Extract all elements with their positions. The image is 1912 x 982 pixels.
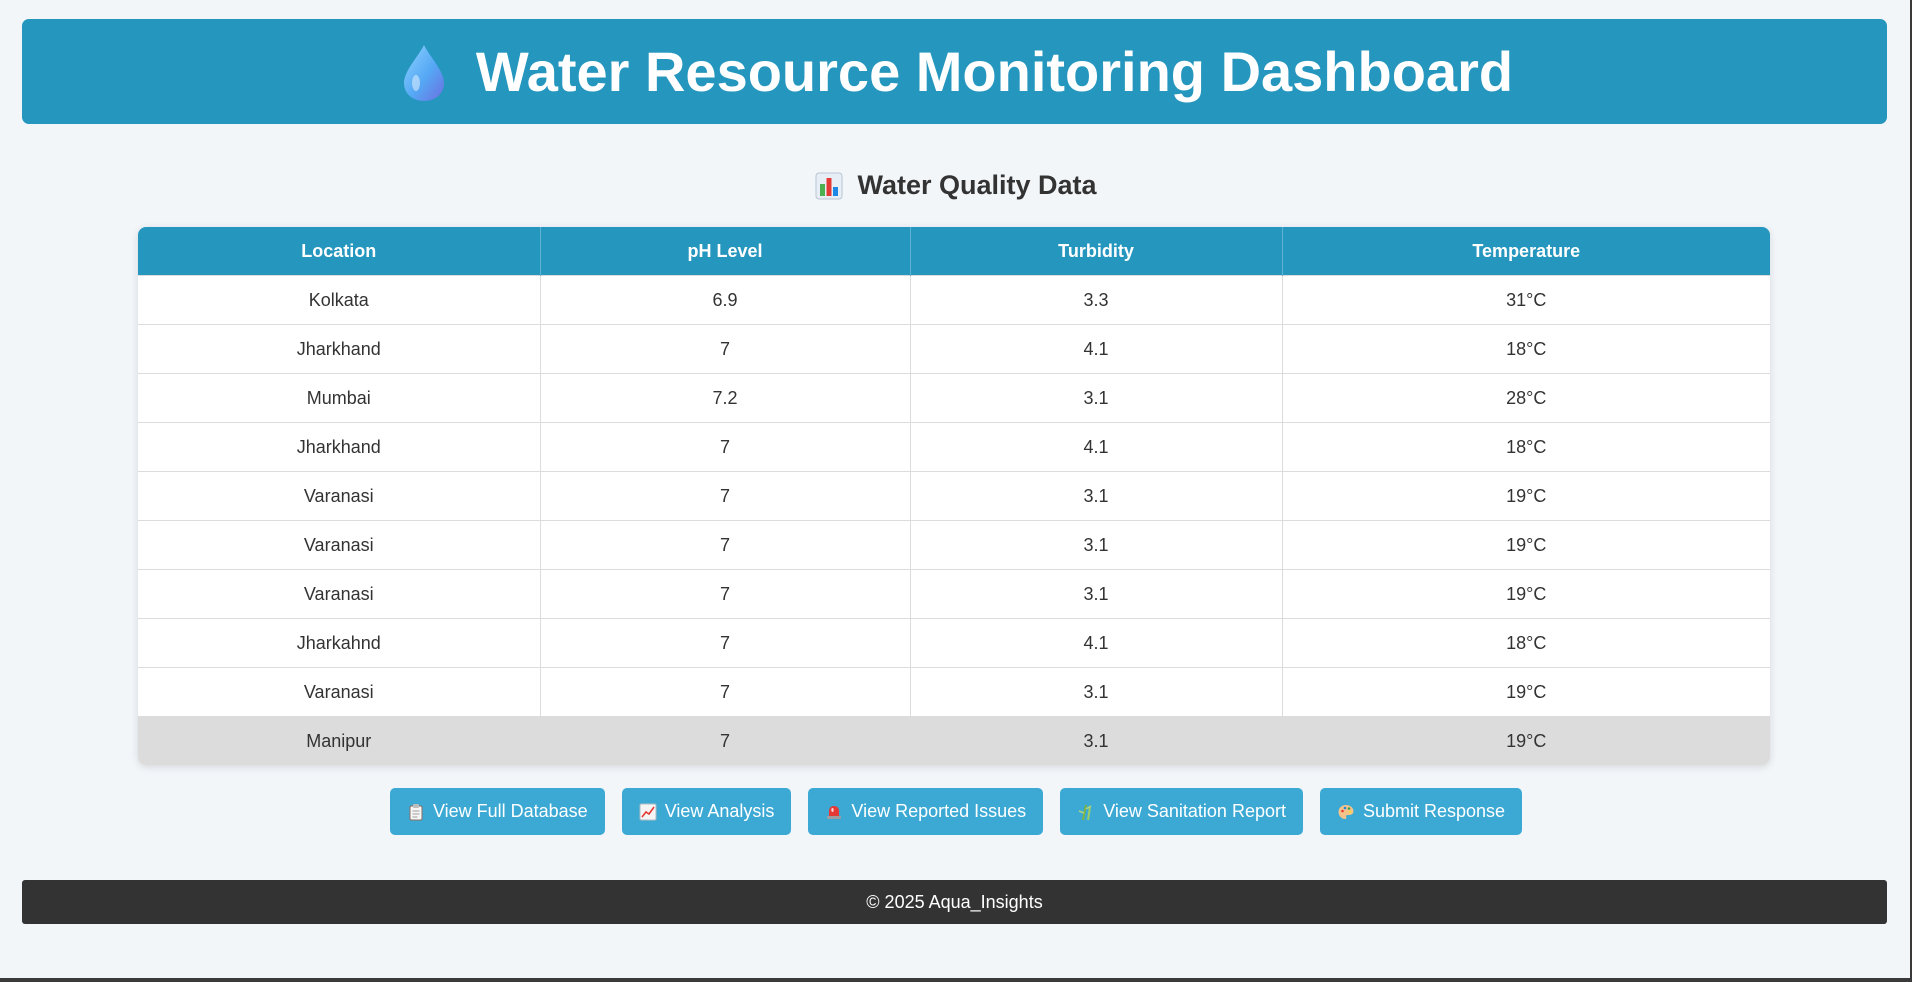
table-row[interactable]: Jharkhand 7 4.1 18°C bbox=[138, 324, 1770, 374]
column-header-turbidity[interactable]: Turbidity bbox=[910, 227, 1283, 276]
cell-temperature: 18°C bbox=[1282, 422, 1770, 472]
button-label: View Full Database bbox=[432, 801, 588, 821]
cell-ph: 7 bbox=[540, 569, 911, 619]
view-analysis-button[interactable]: View Analysis bbox=[621, 788, 792, 835]
cell-turbidity: 3.3 bbox=[910, 275, 1283, 325]
cell-turbidity: 4.1 bbox=[910, 618, 1283, 668]
bamboo-icon bbox=[1077, 803, 1095, 821]
palette-icon bbox=[1337, 803, 1355, 821]
section-title-text: Water Quality Data bbox=[857, 170, 1097, 200]
cell-temperature: 19°C bbox=[1282, 471, 1770, 521]
cell-ph: 7 bbox=[540, 471, 911, 521]
table-row[interactable]: Kolkata 6.9 3.3 31°C bbox=[138, 275, 1770, 325]
cell-turbidity: 4.1 bbox=[910, 422, 1283, 472]
action-button-bar: View Full Database View Analysis View Re… bbox=[0, 788, 1912, 835]
cell-ph: 7 bbox=[540, 667, 911, 717]
cell-location: Varanasi bbox=[138, 667, 541, 717]
siren-icon bbox=[825, 803, 843, 821]
cell-ph: 7.2 bbox=[540, 373, 911, 423]
cell-ph: 7 bbox=[540, 716, 911, 765]
table-row-hovered[interactable]: Manipur 7 3.1 19°C bbox=[138, 716, 1770, 765]
cell-temperature: 19°C bbox=[1282, 667, 1770, 717]
page-title: Water Resource Monitoring Dashboard bbox=[475, 40, 1514, 103]
water-quality-table: Location pH Level Turbidity Temperature … bbox=[138, 227, 1770, 765]
page-header: Water Resource Monitoring Dashboard bbox=[22, 19, 1887, 124]
section-heading: Water Quality Data bbox=[0, 170, 1912, 201]
cell-ph: 7 bbox=[540, 520, 911, 570]
button-label: View Reported Issues bbox=[851, 801, 1027, 821]
cell-location: Varanasi bbox=[138, 569, 541, 619]
table-row[interactable]: Varanasi 7 3.1 19°C bbox=[138, 520, 1770, 570]
cell-turbidity: 3.1 bbox=[910, 373, 1283, 423]
water-drop-icon bbox=[396, 41, 452, 103]
view-reported-issues-button[interactable]: View Reported Issues bbox=[808, 788, 1044, 835]
cell-turbidity: 3.1 bbox=[910, 471, 1283, 521]
column-header-ph[interactable]: pH Level bbox=[540, 227, 911, 276]
cell-temperature: 19°C bbox=[1282, 520, 1770, 570]
column-header-location[interactable]: Location bbox=[138, 227, 541, 276]
table-row[interactable]: Jharkahnd 7 4.1 18°C bbox=[138, 618, 1770, 668]
cell-temperature: 18°C bbox=[1282, 324, 1770, 374]
cell-temperature: 19°C bbox=[1282, 569, 1770, 619]
cell-location: Jharkhand bbox=[138, 422, 541, 472]
table-header-row: Location pH Level Turbidity Temperature bbox=[138, 227, 1770, 276]
button-label: View Sanitation Report bbox=[1103, 801, 1286, 821]
cell-location: Mumbai bbox=[138, 373, 541, 423]
clipboard-icon bbox=[407, 803, 425, 821]
table-row[interactable]: Mumbai 7.2 3.1 28°C bbox=[138, 373, 1770, 423]
cell-temperature: 28°C bbox=[1282, 373, 1770, 423]
cell-location: Kolkata bbox=[138, 275, 541, 325]
footer-copyright: © 2025 Aqua_Insights bbox=[866, 891, 1043, 912]
view-full-database-button[interactable]: View Full Database bbox=[389, 788, 605, 835]
cell-turbidity: 3.1 bbox=[910, 569, 1283, 619]
trend-chart-icon bbox=[639, 803, 657, 821]
table-row[interactable]: Varanasi 7 3.1 19°C bbox=[138, 471, 1770, 521]
cell-ph: 6.9 bbox=[540, 275, 911, 325]
column-header-temperature[interactable]: Temperature bbox=[1282, 227, 1770, 276]
submit-response-button[interactable]: Submit Response bbox=[1319, 788, 1523, 835]
cell-turbidity: 4.1 bbox=[910, 324, 1283, 374]
button-label: View Analysis bbox=[664, 801, 775, 821]
cell-location: Varanasi bbox=[138, 471, 541, 521]
table-row[interactable]: Varanasi 7 3.1 19°C bbox=[138, 667, 1770, 717]
window-edge-bottom bbox=[0, 978, 1912, 982]
cell-location: Manipur bbox=[138, 716, 541, 765]
cell-turbidity: 3.1 bbox=[910, 520, 1283, 570]
cell-turbidity: 3.1 bbox=[910, 716, 1283, 765]
header-title-wrap: Water Resource Monitoring Dashboard bbox=[396, 39, 1513, 104]
cell-location: Jharkhand bbox=[138, 324, 541, 374]
cell-location: Jharkahnd bbox=[138, 618, 541, 668]
cell-temperature: 19°C bbox=[1282, 716, 1770, 765]
bar-chart-icon bbox=[815, 172, 843, 200]
cell-temperature: 31°C bbox=[1282, 275, 1770, 325]
cell-ph: 7 bbox=[540, 324, 911, 374]
table-row[interactable]: Varanasi 7 3.1 19°C bbox=[138, 569, 1770, 619]
cell-temperature: 18°C bbox=[1282, 618, 1770, 668]
cell-turbidity: 3.1 bbox=[910, 667, 1283, 717]
cell-location: Varanasi bbox=[138, 520, 541, 570]
view-sanitation-report-button[interactable]: View Sanitation Report bbox=[1060, 788, 1303, 835]
button-label: Submit Response bbox=[1362, 801, 1506, 821]
cell-ph: 7 bbox=[540, 618, 911, 668]
page-footer: © 2025 Aqua_Insights bbox=[22, 880, 1887, 924]
table-row[interactable]: Jharkhand 7 4.1 18°C bbox=[138, 422, 1770, 472]
cell-ph: 7 bbox=[540, 422, 911, 472]
